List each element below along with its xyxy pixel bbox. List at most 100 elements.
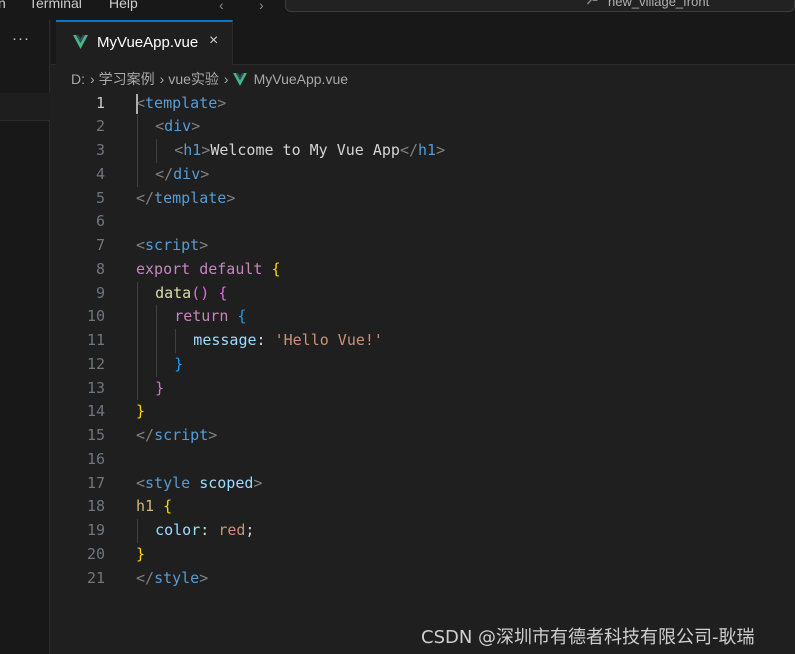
tab-myvueapp[interactable]: MyVueApp.vue ×	[56, 20, 233, 65]
code-token: >	[217, 93, 227, 112]
code-content: h1 {	[136, 495, 172, 519]
code-token: <	[136, 236, 146, 254]
indent-guide	[156, 139, 158, 163]
tab-label: MyVueApp.vue	[97, 34, 199, 51]
code-content: <template>	[136, 92, 226, 116]
code-token: template	[145, 93, 218, 112]
indent-guide	[175, 329, 177, 353]
indent-guide	[137, 519, 138, 543]
indent-guide	[156, 305, 158, 329]
code-line[interactable]: 21 </style>	[51, 567, 795, 591]
line-number: 12	[86, 354, 105, 373]
code-token: ()	[191, 283, 210, 302]
code-token: <	[136, 473, 146, 492]
code-line[interactable]: 8 export default {	[51, 258, 795, 282]
back-arrow-icon[interactable]: ‹	[219, 0, 224, 13]
code-line[interactable]: 4 </div>	[51, 162, 795, 187]
code-token: >	[226, 188, 236, 207]
line-number: 21	[86, 568, 105, 587]
code-line[interactable]: 1 <template>	[51, 92, 795, 116]
code-line[interactable]: 9 data() {	[51, 281, 795, 306]
code-token: </	[399, 141, 419, 159]
code-content: message: 'Hello Vue!'	[193, 329, 383, 353]
code-line[interactable]: 19 color: red;	[51, 519, 795, 543]
code-token: script	[145, 236, 200, 254]
code-line[interactable]: 2 <div>	[51, 115, 795, 139]
line-number: 17	[86, 473, 105, 492]
code-token: }	[174, 354, 184, 373]
code-token: }	[155, 378, 165, 397]
code-token: div	[173, 164, 201, 183]
code-token: h1	[136, 497, 155, 516]
more-actions-icon[interactable]: ···	[12, 30, 30, 47]
chevron-right-icon: ›	[90, 71, 95, 87]
chevron-right-icon: ›	[159, 71, 165, 87]
code-line[interactable]: 14}	[51, 400, 795, 424]
code-token: <	[155, 117, 165, 136]
code-token: return	[174, 307, 229, 326]
code-content: data() {	[155, 282, 227, 306]
command-center[interactable]	[285, 0, 795, 12]
forward-arrow-icon[interactable]: ›	[259, 0, 264, 13]
line-number: 19	[86, 521, 105, 539]
code-line[interactable]: 15 </script>	[51, 424, 795, 448]
menu-item-terminal[interactable]: Terminal	[29, 0, 82, 11]
line-number: 14	[86, 402, 105, 421]
code-line[interactable]: 12}	[51, 352, 795, 377]
line-number: 11	[86, 331, 105, 349]
code-line[interactable]: 18 h1 {	[51, 495, 795, 519]
line-number: 8	[95, 259, 105, 278]
line-number: 3	[95, 141, 105, 159]
code-token: style	[154, 568, 200, 587]
code-line[interactable]: 5 </template>	[51, 187, 795, 211]
line-number: 4	[95, 164, 105, 183]
code-token: }	[136, 402, 146, 421]
code-line[interactable]: 7 <script>	[51, 234, 795, 258]
code-token: {	[237, 307, 247, 326]
breadcrumb-file[interactable]: MyVueApp.vue	[254, 71, 348, 87]
code-token: >	[208, 426, 218, 444]
search-icon	[586, 0, 602, 9]
code-line[interactable]: 13}	[51, 376, 795, 401]
code-token: <	[174, 141, 184, 159]
code-content: }	[155, 377, 164, 401]
close-icon[interactable]: ×	[209, 32, 218, 50]
code-line[interactable]: 10 return {	[51, 305, 795, 329]
line-number: 7	[95, 236, 105, 254]
code-content: <div>	[155, 115, 200, 139]
code-editor[interactable]: 1 <template> 2 <div> 3 <h1>Welcome to My Vue …	[51, 91, 795, 654]
code-line[interactable]: 16	[51, 448, 795, 472]
code-token: </	[136, 568, 155, 587]
menu-item-partial[interactable]: n	[0, 0, 6, 11]
menu-item-help[interactable]: Help	[109, 0, 138, 11]
code-line[interactable]: 20}	[51, 543, 795, 567]
code-line[interactable]: 3 <h1>Welcome to My Vue App</h1>	[51, 139, 795, 163]
vue-icon	[73, 35, 88, 49]
text-cursor	[136, 93, 138, 114]
line-number: 20	[86, 544, 105, 563]
breadcrumb-folder-learning[interactable]: 学习案例	[99, 69, 155, 89]
breadcrumb-drive[interactable]: D:	[71, 71, 85, 87]
code-token: :	[256, 331, 275, 349]
line-number: 6	[95, 212, 105, 231]
code-token: </	[155, 164, 174, 183]
code-token: :	[200, 521, 219, 539]
code-token: template	[154, 188, 227, 207]
code-token: script	[154, 426, 209, 444]
code-token: }	[136, 544, 146, 563]
title-bar: n Terminal Help ‹ › new_village_front	[0, 0, 795, 20]
code-line[interactable]: 6	[51, 210, 795, 234]
code-token: div	[164, 117, 192, 136]
code-line[interactable]: 11 message: 'Hello Vue!'	[51, 329, 795, 353]
code-token: export	[136, 259, 191, 278]
breadcrumb-folder-vue[interactable]: vue实验	[168, 69, 219, 89]
code-content: <script>	[136, 234, 208, 258]
code-line[interactable]: 17 <style scoped>	[51, 472, 795, 496]
code-token: </	[136, 188, 155, 207]
code-token: {	[271, 259, 281, 278]
code-token: >	[199, 236, 209, 254]
code-token: message	[193, 331, 257, 349]
